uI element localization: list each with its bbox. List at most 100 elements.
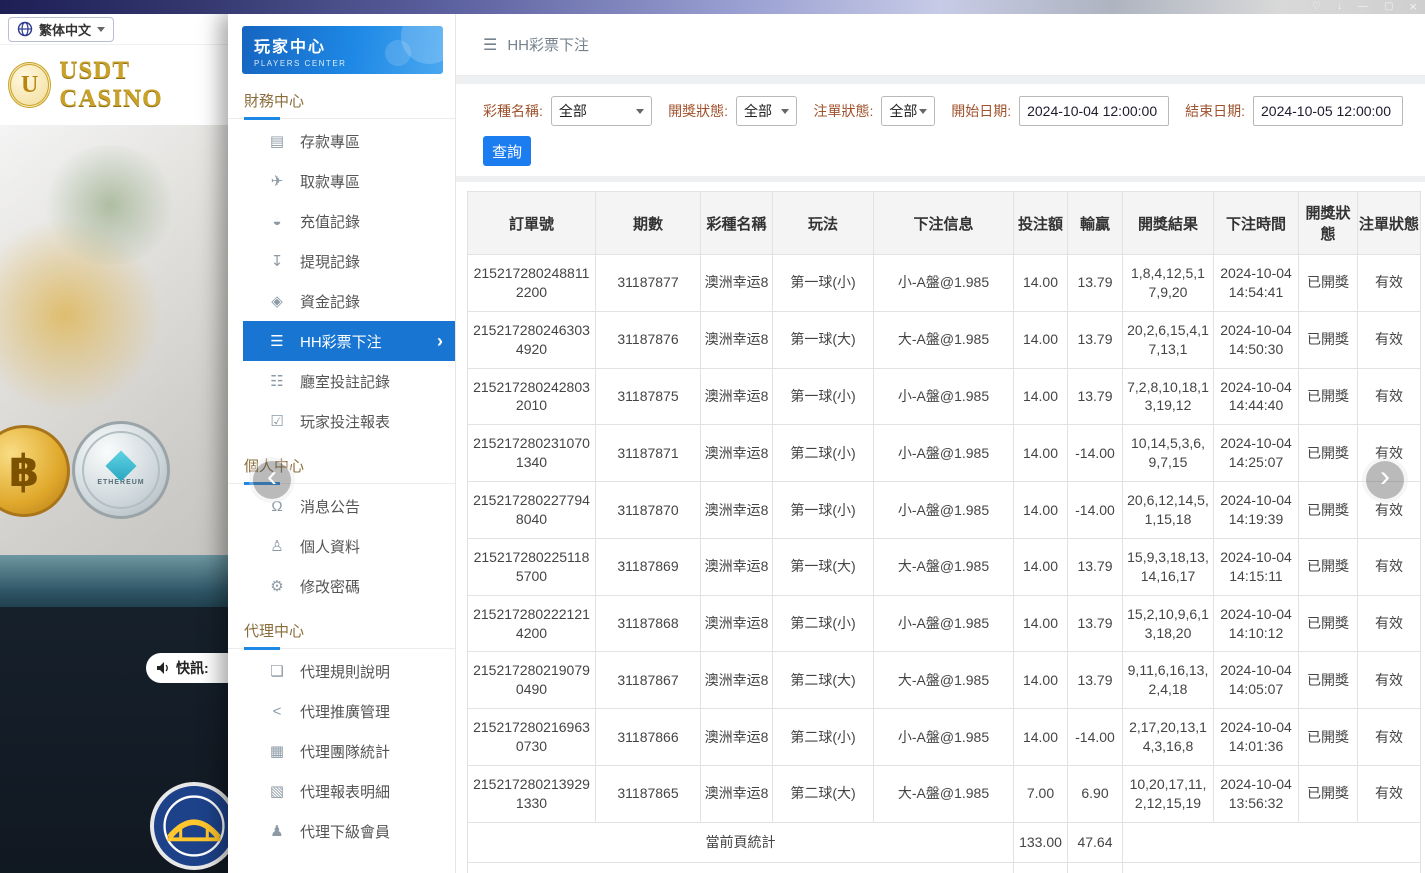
main-content: ☰ HH彩票下注 彩種名稱: 全部 開獎狀態: 全部 注單狀態: 全部 bbox=[456, 14, 1425, 873]
cell-bet_status: 有效 bbox=[1358, 709, 1421, 766]
cell-time: 2024-10-04 14:01:36 bbox=[1214, 709, 1299, 766]
sidebar-item-label: 資金記錄 bbox=[300, 291, 360, 312]
start-date-input[interactable] bbox=[1019, 96, 1169, 126]
cell-win_loss: 13.79 bbox=[1068, 368, 1123, 425]
sidebar: 玩家中心 PLAYERS CENTER 財務中心▤存款專區✈取款專區◒充值記錄↧… bbox=[228, 14, 456, 873]
menu-toggle-icon[interactable]: ☰ bbox=[483, 35, 497, 55]
cell-result: 10,14,5,3,6,9,7,15 bbox=[1123, 425, 1214, 482]
deposit-icon: ▤ bbox=[268, 132, 286, 150]
bet-status-select[interactable]: 全部 bbox=[881, 96, 935, 126]
cell-bet_info: 小-A盤@1.985 bbox=[874, 255, 1014, 312]
cell-time: 2024-10-04 14:05:07 bbox=[1214, 652, 1299, 709]
draw-status-select[interactable]: 全部 bbox=[736, 96, 797, 126]
breadcrumb: HH彩票下注 bbox=[507, 34, 589, 55]
news-ticker: 快訊: bbox=[146, 653, 238, 683]
site-logo[interactable]: U USDT CASINO bbox=[0, 45, 228, 125]
sidebar-item-change-password[interactable]: ⚙修改密碼 bbox=[228, 566, 455, 606]
cell-draw_status: 已開獎 bbox=[1299, 709, 1358, 766]
sidebar-subtitle: PLAYERS CENTER bbox=[254, 59, 443, 68]
speaker-icon bbox=[156, 661, 170, 675]
cell-lottery: 澳洲幸运8 bbox=[701, 368, 773, 425]
cell-lottery: 澳洲幸运8 bbox=[701, 311, 773, 368]
sidebar-item-agent-report-detail[interactable]: ▧代理報表明細 bbox=[228, 771, 455, 811]
cell-amount: 14.00 bbox=[1014, 652, 1068, 709]
report-icon: ☑ bbox=[268, 412, 286, 430]
carousel-next-button[interactable]: › bbox=[1366, 461, 1404, 499]
funds-icon: ◈ bbox=[268, 292, 286, 310]
cell-bet_info: 小-A盤@1.985 bbox=[874, 425, 1014, 482]
language-selector[interactable]: 繁体中文 bbox=[8, 17, 114, 42]
chevron-right-icon: › bbox=[437, 332, 443, 350]
sidebar-item-label: 充值記錄 bbox=[300, 211, 360, 232]
share-icon: < bbox=[268, 703, 286, 720]
sidebar-item-recharge-record[interactable]: ◒充值記錄 bbox=[228, 201, 455, 241]
draw-status-label: 開獎狀態: bbox=[668, 101, 728, 121]
cell-lottery: 澳洲幸运8 bbox=[701, 482, 773, 539]
cell-draw_status: 已開獎 bbox=[1299, 595, 1358, 652]
sidebar-item-withdraw[interactable]: ✈取款專區 bbox=[228, 161, 455, 201]
chevron-left-icon: ‹ bbox=[267, 462, 277, 492]
lottery-name-select[interactable]: 全部 bbox=[551, 96, 652, 126]
cell-order: 2152172802221214200 bbox=[468, 595, 596, 652]
section-title: 財務中心 bbox=[228, 80, 455, 119]
ethereum-diamond-icon bbox=[105, 450, 136, 481]
search-button[interactable]: 查詢 bbox=[483, 136, 531, 166]
cell-order: 2152172802428032010 bbox=[468, 368, 596, 425]
column-header: 開獎結果 bbox=[1123, 192, 1214, 255]
cell-result: 15,2,10,9,6,13,18,20 bbox=[1123, 595, 1214, 652]
cell-amount: 14.00 bbox=[1014, 538, 1068, 595]
start-date-label: 開始日期: bbox=[951, 101, 1011, 121]
cell-bet_status: 有效 bbox=[1358, 368, 1421, 425]
cell-order: 2152172802463034920 bbox=[468, 311, 596, 368]
cell-result: 1,8,4,12,5,17,9,20 bbox=[1123, 255, 1214, 312]
table-row: 215217280219079049031187867澳洲幸运8第二球(大)大-… bbox=[468, 652, 1421, 709]
sidebar-item-label: 取款專區 bbox=[300, 171, 360, 192]
breadcrumb-bar: ☰ HH彩票下注 bbox=[456, 14, 1425, 76]
sidebar-item-agent-members[interactable]: ♟代理下級會員 bbox=[228, 811, 455, 851]
minimize-button[interactable]: — bbox=[1358, 0, 1368, 14]
cell-period: 31187867 bbox=[596, 652, 701, 709]
sidebar-item-funds-record[interactable]: ◈ 資金記錄 bbox=[228, 281, 455, 321]
sidebar-item-agent-team-stats[interactable]: ▦ 代理團隊統計 bbox=[228, 731, 455, 771]
sidebar-item-profile[interactable]: ♙個人資料 bbox=[228, 526, 455, 566]
sidebar-title: 玩家中心 bbox=[254, 33, 443, 57]
sidebar-item-agent-rules[interactable]: ❏代理規則說明 bbox=[228, 651, 455, 691]
sidebar-item-label: 代理團隊統計 bbox=[300, 741, 390, 762]
cell-lottery: 澳洲幸运8 bbox=[701, 709, 773, 766]
cashout-icon: ↧ bbox=[268, 252, 286, 270]
grand-total-label: 總統計 bbox=[468, 862, 1014, 873]
maximize-button[interactable]: ▢ bbox=[1384, 0, 1393, 14]
end-date-input[interactable] bbox=[1253, 96, 1403, 126]
close-button[interactable]: × bbox=[1409, 0, 1417, 14]
doc-icon: ❏ bbox=[268, 662, 286, 680]
sidebar-item-cashout-record[interactable]: ↧提現記錄 bbox=[228, 241, 455, 281]
cell-lottery: 澳洲幸运8 bbox=[701, 255, 773, 312]
cell-play: 第二球(小) bbox=[773, 595, 874, 652]
cell-result: 2,17,20,13,14,3,16,8 bbox=[1123, 709, 1214, 766]
sidebar-item-label: 玩家投注報表 bbox=[300, 411, 390, 432]
cell-win_loss: 6.90 bbox=[1068, 766, 1123, 823]
cell-play: 第一球(大) bbox=[773, 311, 874, 368]
sidebar-item-label: 修改密碼 bbox=[300, 576, 360, 597]
download-icon[interactable]: ↓ bbox=[1337, 0, 1342, 14]
column-header: 期數 bbox=[596, 192, 701, 255]
page-total-row: 當前頁統計 133.00 47.64 bbox=[468, 822, 1421, 862]
cell-order: 2152172802139291330 bbox=[468, 766, 596, 823]
ethereum-coin-icon: ETHEREUM bbox=[72, 421, 170, 519]
carousel-prev-button[interactable]: ‹ bbox=[253, 461, 291, 499]
sidebar-item-hh-lottery-bets[interactable]: ☰HH彩票下注› bbox=[243, 321, 455, 361]
cell-play: 第二球(小) bbox=[773, 709, 874, 766]
sidebar-item-agent-promotion[interactable]: <代理推廣管理 bbox=[228, 691, 455, 731]
team-stats-icon: ▦ bbox=[268, 742, 286, 760]
heart-icon[interactable]: ♡ bbox=[1312, 0, 1321, 14]
sidebar-item-deposit[interactable]: ▤存款專區 bbox=[228, 121, 455, 161]
window-titlebar: ♡ ↓ — ▢ × bbox=[0, 0, 1425, 14]
language-label: 繁体中文 bbox=[39, 20, 91, 39]
sidebar-item-label: 代理報表明細 bbox=[300, 781, 390, 802]
sidebar-item-room-bet-record[interactable]: ☷廳室投註記錄 bbox=[228, 361, 455, 401]
column-header: 開獎狀態 bbox=[1299, 192, 1358, 255]
cell-win_loss: 13.79 bbox=[1068, 255, 1123, 312]
sidebar-item-player-bet-report[interactable]: ☑ 玩家投注報表 bbox=[228, 401, 455, 441]
section-title: 代理中心 bbox=[228, 610, 455, 649]
cell-result: 20,6,12,14,5,1,15,18 bbox=[1123, 482, 1214, 539]
